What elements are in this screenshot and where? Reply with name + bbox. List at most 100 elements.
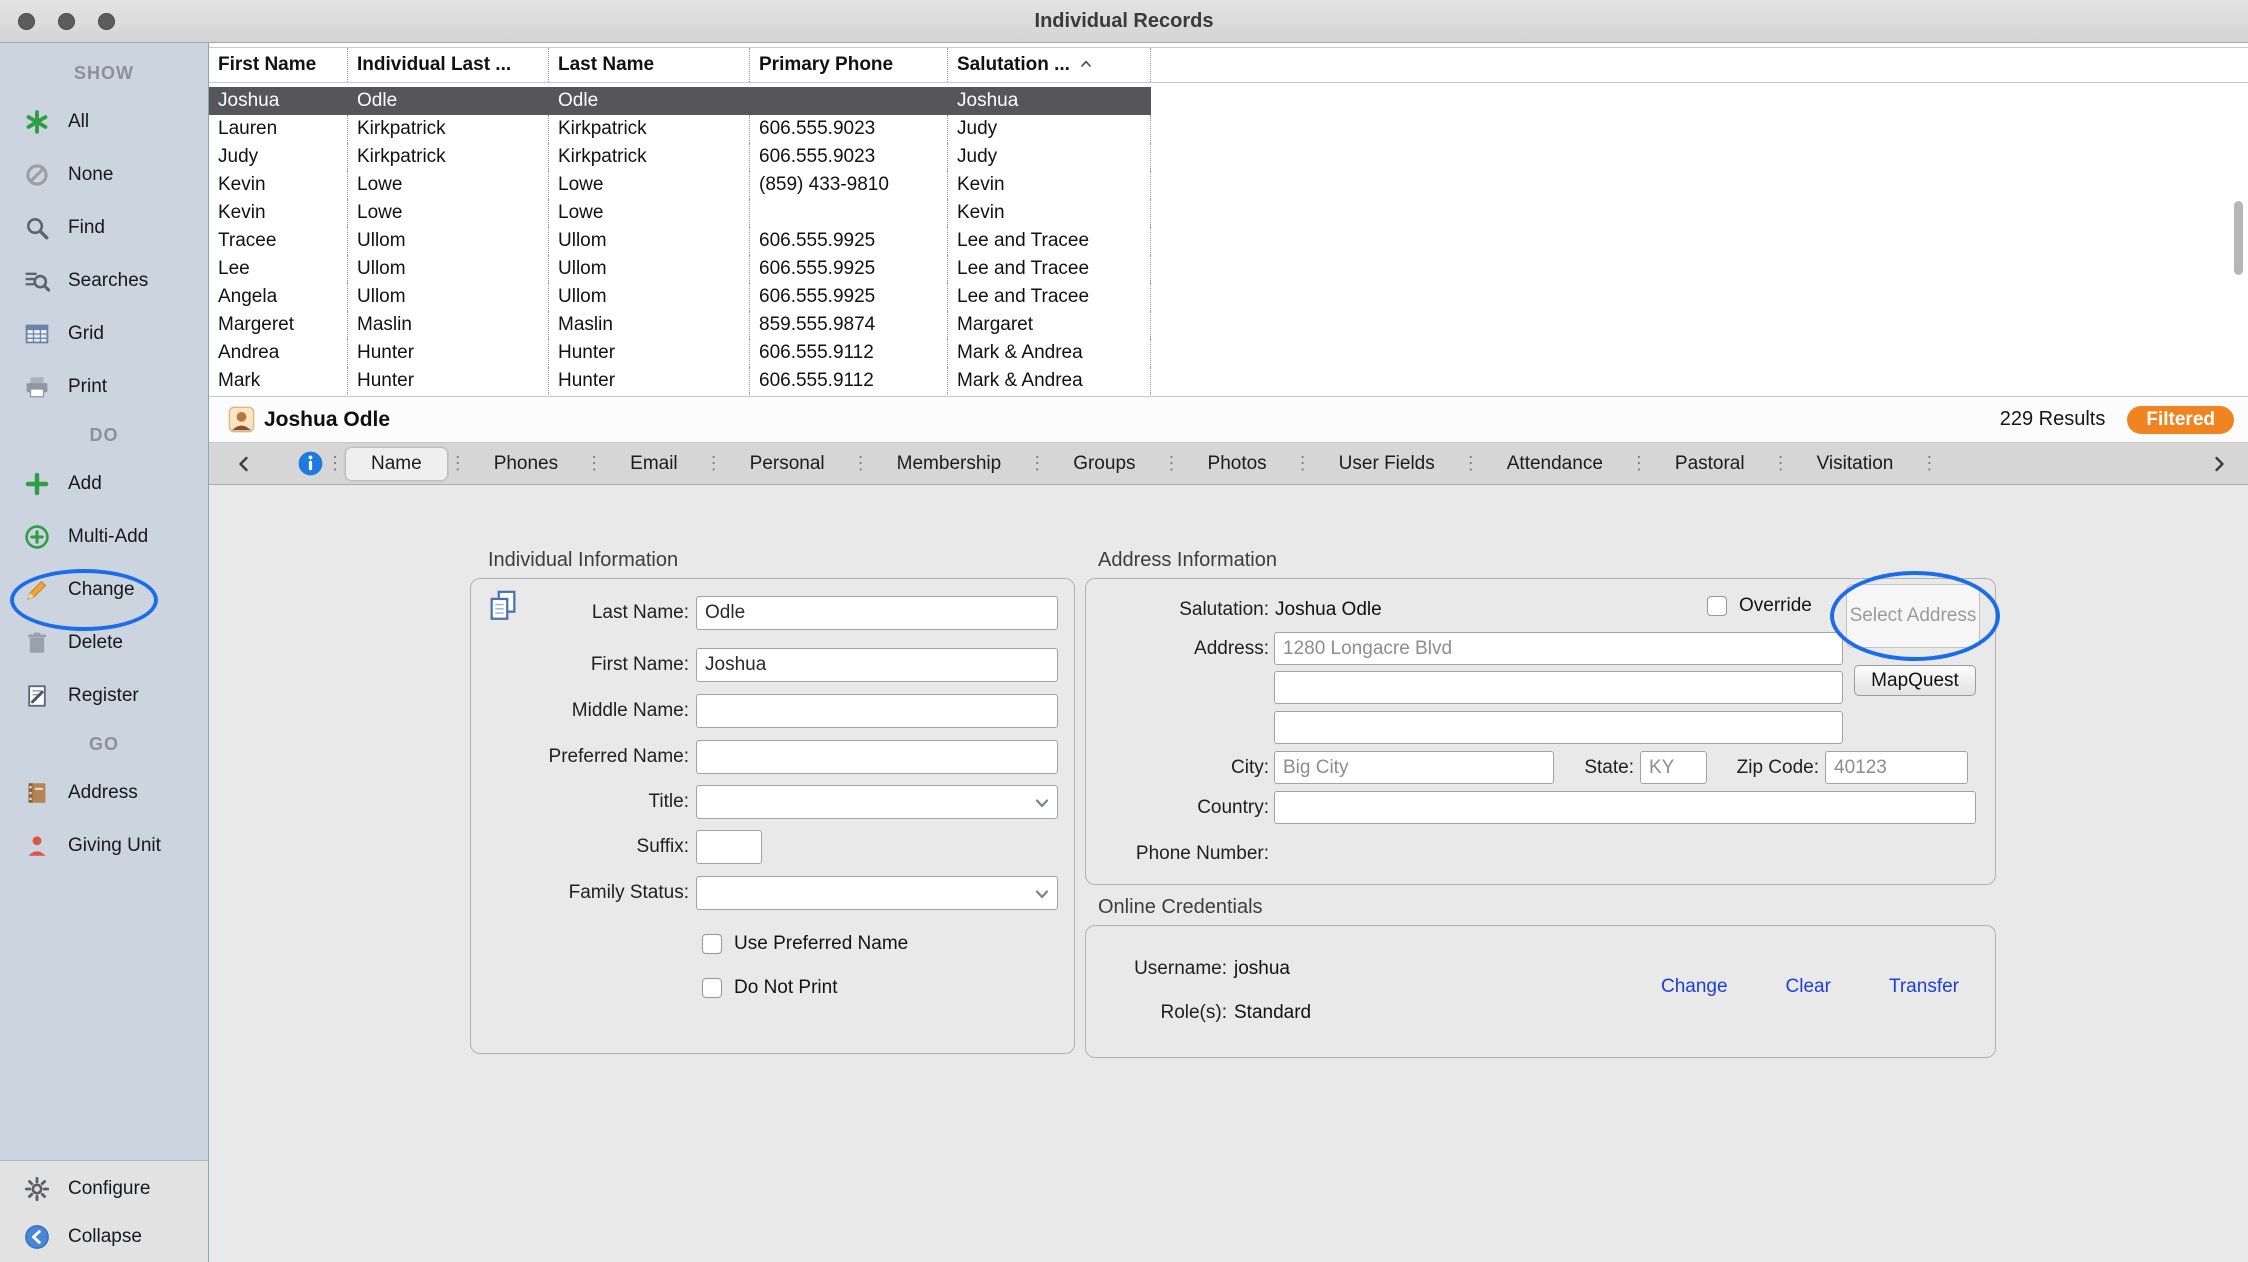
- sidebar-item-label: Searches: [68, 270, 148, 292]
- table-row[interactable]: JudyKirkpatrickKirkpatrick606.555.9023Ju…: [209, 143, 2248, 171]
- table-row[interactable]: MarkHunterHunter606.555.9112Mark & Andre…: [209, 367, 2248, 395]
- tab-groups[interactable]: Groups: [1048, 448, 1160, 480]
- do-not-print-label: Do Not Print: [734, 977, 837, 999]
- sidebar-item-label: None: [68, 164, 113, 186]
- column-header-individual-last[interactable]: Individual Last ...: [348, 48, 549, 82]
- sidebar-item-multi-add[interactable]: Multi-Add: [0, 510, 208, 563]
- tab-user-fields[interactable]: User Fields: [1314, 448, 1460, 480]
- table-cell: 606.555.9112: [750, 339, 948, 367]
- tab-membership[interactable]: Membership: [872, 448, 1027, 480]
- zip-code-label: Zip Code:: [1706, 751, 1819, 784]
- city-input[interactable]: [1274, 751, 1554, 784]
- filtered-badge[interactable]: Filtered: [2127, 406, 2234, 434]
- column-header-first-name[interactable]: First Name: [209, 48, 348, 82]
- sidebar-item-print[interactable]: Print: [0, 360, 208, 413]
- tab-email[interactable]: Email: [605, 448, 703, 480]
- sidebar-item-register[interactable]: Register: [0, 669, 208, 722]
- chevron-down-icon: [1032, 793, 1052, 813]
- tab-photos[interactable]: Photos: [1183, 448, 1292, 480]
- zip-code-input[interactable]: [1825, 751, 1968, 784]
- tab-separator-icon: ⋮: [1026, 453, 1048, 474]
- roles-label: Role(s):: [1086, 998, 1227, 1028]
- first-name-input[interactable]: [696, 648, 1058, 682]
- last-name-input[interactable]: [696, 596, 1058, 630]
- use-preferred-name-label: Use Preferred Name: [734, 933, 908, 955]
- table-row[interactable]: MargeretMaslinMaslin859.555.9874Margaret: [209, 311, 2248, 339]
- circle-slash-icon: [24, 162, 56, 188]
- vertical-scrollbar[interactable]: [2234, 201, 2243, 275]
- tab-separator-icon: ⋮: [583, 453, 605, 474]
- table-row[interactable]: LeeUllomUllom606.555.9925Lee and Tracee: [209, 255, 2248, 283]
- transfer-link[interactable]: Transfer: [1889, 976, 1959, 998]
- table-row[interactable]: TraceeUllomUllom606.555.9925Lee and Trac…: [209, 227, 2248, 255]
- info-icon[interactable]: [297, 450, 324, 477]
- tab-visitation[interactable]: Visitation: [1792, 448, 1919, 480]
- column-header-salutation[interactable]: Salutation ...: [948, 48, 1151, 82]
- sidebar-item-delete[interactable]: Delete: [0, 616, 208, 669]
- table-cell: Odle: [549, 87, 750, 115]
- middle-name-input[interactable]: [696, 694, 1058, 728]
- tab-phones[interactable]: Phones: [469, 448, 583, 480]
- address-line3-input[interactable]: [1274, 711, 1843, 744]
- family-status-dropdown[interactable]: [696, 876, 1058, 910]
- sidebar-item-address[interactable]: Address: [0, 766, 208, 819]
- sidebar-item-searches[interactable]: Searches: [0, 254, 208, 307]
- collapse-icon: [24, 1224, 56, 1250]
- table-row[interactable]: AndreaHunterHunter606.555.9112Mark & And…: [209, 339, 2248, 367]
- tab-name[interactable]: Name: [346, 448, 447, 480]
- state-label: State:: [1566, 751, 1634, 784]
- sidebar-item-find[interactable]: Find: [0, 201, 208, 254]
- sidebar-item-configure[interactable]: Configure: [0, 1165, 208, 1213]
- clear-link[interactable]: Clear: [1786, 976, 1831, 998]
- sidebar-item-none[interactable]: None: [0, 148, 208, 201]
- tab-attendance[interactable]: Attendance: [1482, 448, 1628, 480]
- address-line2-input[interactable]: [1274, 671, 1843, 704]
- country-input[interactable]: [1274, 791, 1976, 824]
- override-checkbox[interactable]: [1707, 596, 1727, 616]
- title-dropdown[interactable]: [696, 785, 1058, 819]
- state-input[interactable]: [1640, 751, 1707, 784]
- table-row[interactable]: AngelaUllomUllom606.555.9925Lee and Trac…: [209, 283, 2248, 311]
- table-row[interactable]: JoshuaOdleOdleJoshua: [209, 87, 2248, 115]
- table-cell: Ullom: [549, 227, 750, 255]
- sidebar-item-label: Change: [68, 579, 135, 601]
- tabs-scroll-left-button[interactable]: [227, 448, 261, 480]
- table-cell: Kevin: [209, 171, 348, 199]
- table-row[interactable]: KevinLoweLowe(859) 433-9810Kevin: [209, 171, 2248, 199]
- column-header-last-name[interactable]: Last Name: [549, 48, 750, 82]
- sidebar-item-collapse[interactable]: Collapse: [0, 1213, 208, 1261]
- sidebar-item-all[interactable]: All: [0, 95, 208, 148]
- use-preferred-name-checkbox[interactable]: [702, 934, 722, 954]
- select-address-button[interactable]: Select Address: [1846, 584, 1980, 648]
- do-not-print-checkbox[interactable]: [702, 978, 722, 998]
- table-row[interactable]: KevinLoweLoweKevin: [209, 199, 2248, 227]
- suffix-input[interactable]: [696, 830, 762, 864]
- sidebar-item-label: Find: [68, 217, 105, 239]
- grid-icon: [24, 321, 56, 347]
- tab-pastoral[interactable]: Pastoral: [1650, 448, 1770, 480]
- printer-icon: [24, 374, 56, 400]
- column-header-primary-phone[interactable]: Primary Phone: [750, 48, 948, 82]
- table-row[interactable]: LaurenKirkpatrickKirkpatrick606.555.9023…: [209, 115, 2248, 143]
- username-value: joshua: [1234, 954, 1290, 984]
- tabs-scroll-right-button[interactable]: [2202, 448, 2236, 480]
- address-line1-input[interactable]: [1274, 632, 1843, 665]
- table-cell: Lee: [209, 255, 348, 283]
- mapquest-button[interactable]: MapQuest: [1854, 665, 1976, 696]
- change-link[interactable]: Change: [1661, 976, 1728, 998]
- sidebar-item-change[interactable]: Change: [0, 563, 208, 616]
- tab-personal[interactable]: Personal: [725, 448, 850, 480]
- individual-information-box: Last Name: First Name: Middle Name: Pref…: [470, 578, 1075, 1054]
- tab-separator-icon: ⋮: [703, 453, 725, 474]
- table-cell: Kirkpatrick: [549, 115, 750, 143]
- tab-separator-icon: ⋮: [447, 453, 469, 474]
- sidebar: SHOWAllNoneFindSearchesGridPrintDOAddMul…: [0, 43, 209, 1262]
- sidebar-item-grid[interactable]: Grid: [0, 307, 208, 360]
- sidebar-item-label: Address: [68, 782, 138, 804]
- sidebar-item-label: Register: [68, 685, 139, 707]
- sidebar-item-giving-unit[interactable]: Giving Unit: [0, 819, 208, 872]
- sidebar-item-add[interactable]: Add: [0, 457, 208, 510]
- preferred-name-input[interactable]: [696, 740, 1058, 774]
- table-cell: Lauren: [209, 115, 348, 143]
- table-cell: Kirkpatrick: [348, 143, 549, 171]
